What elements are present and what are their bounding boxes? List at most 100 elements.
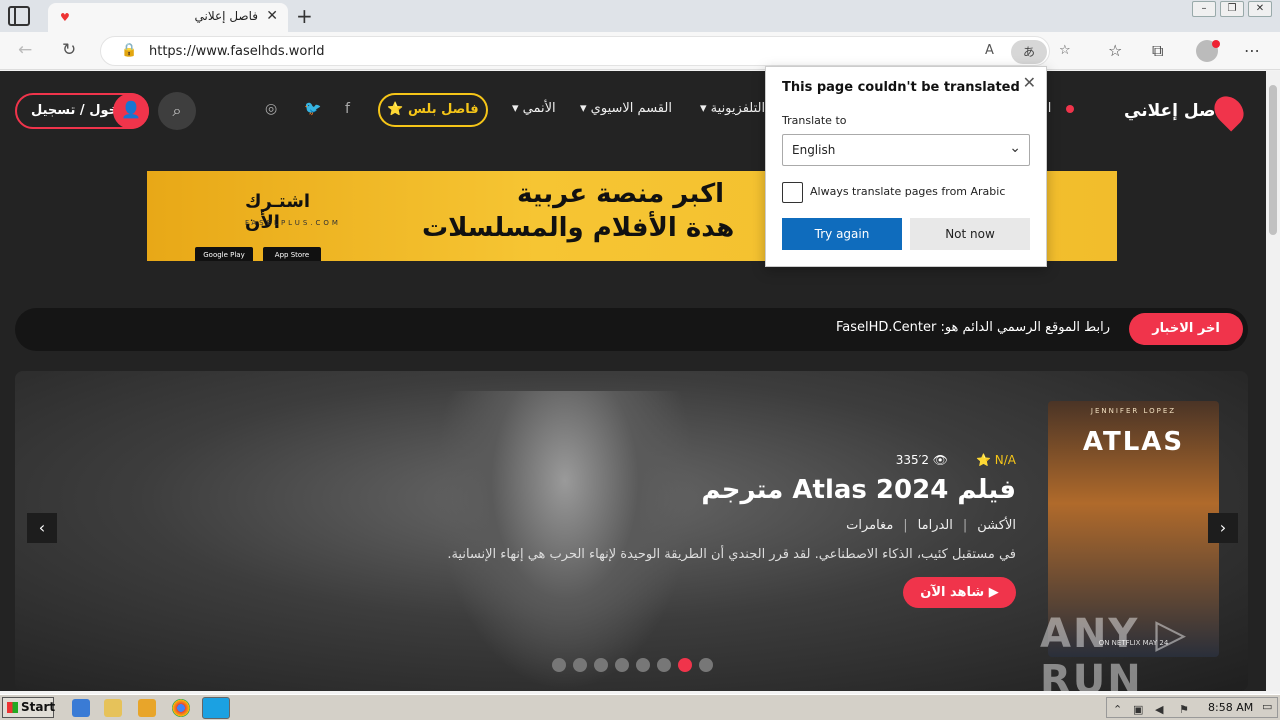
site-header: دخول / تسجيل 👤 ⌕ ◎ 🐦 f ⭐ فاصل بلس الأنمي…: [0, 71, 1266, 151]
slider-dot[interactable]: [615, 658, 629, 672]
slider-dots: [552, 658, 713, 672]
facebook-icon[interactable]: f: [345, 101, 350, 117]
poster-title: ATLAS: [1082, 427, 1185, 457]
tab-actions-button[interactable]: [8, 6, 30, 26]
genre-link[interactable]: الأكشن: [977, 518, 1016, 533]
slider-next-arrow-icon[interactable]: ›: [1208, 513, 1238, 543]
movie-genres: الأكشن | الدراما | مغامرات: [846, 518, 1016, 533]
network-icon[interactable]: ▣: [1133, 703, 1143, 716]
tray-expand-icon[interactable]: ⌃: [1113, 703, 1122, 716]
media-player-icon[interactable]: [138, 699, 156, 717]
genre-link[interactable]: مغامرات: [846, 518, 893, 533]
search-button[interactable]: ⌕: [158, 92, 196, 130]
movie-title[interactable]: فيلم Atlas 2024 مترجم: [701, 475, 1016, 505]
selected-language: English: [792, 143, 836, 157]
tab-title: فاصل إعلاني: [194, 9, 258, 23]
add-favorite-icon[interactable]: ☆: [1059, 43, 1071, 58]
window-controls: – ❐ ✕: [1192, 1, 1272, 17]
slider-dot[interactable]: [636, 658, 650, 672]
banner-headline-1: اكبر منصة عربية: [517, 179, 725, 209]
instagram-icon[interactable]: ◎: [265, 101, 277, 117]
volume-icon[interactable]: ◀: [1155, 703, 1163, 716]
popup-title: This page couldn't be translated: [782, 80, 1020, 95]
try-again-button[interactable]: Try again: [782, 218, 902, 250]
collections-icon[interactable]: ⧉: [1152, 41, 1163, 61]
ie-icon[interactable]: [72, 699, 90, 717]
menu-item-tv[interactable]: التلفزيونية ▾: [700, 101, 765, 116]
movie-views: 335‎′2 👁: [895, 453, 948, 467]
hero-background-image: [435, 391, 695, 691]
movie-rating: ⭐ N/A: [976, 453, 1016, 467]
address-bar[interactable]: 🔒 https://www.faselhds.world A あ ☆: [100, 36, 1071, 66]
always-translate-checkbox[interactable]: [782, 182, 803, 203]
close-icon[interactable]: ✕: [1023, 73, 1036, 92]
taskbar: Start ⌃ ▣ ◀ ⚑ 8:58 AM ▭: [0, 694, 1280, 720]
restore-button[interactable]: ❐: [1220, 1, 1244, 17]
google-play-badge[interactable]: Google Play: [195, 247, 253, 261]
read-aloud-icon[interactable]: A: [985, 43, 994, 58]
slider-dot[interactable]: [552, 658, 566, 672]
menu-item-anime[interactable]: الأنمي ▾: [512, 101, 556, 116]
slider-prev-arrow-icon[interactable]: ‹: [27, 513, 57, 543]
close-tab-icon[interactable]: ✕: [266, 8, 278, 24]
tab-bar: ♥ فاصل إعلاني ✕ + – ❐ ✕: [0, 0, 1280, 32]
favorites-icon[interactable]: ☆: [1108, 41, 1122, 60]
profile-avatar[interactable]: [1196, 40, 1220, 62]
slider-dot[interactable]: [699, 658, 713, 672]
refresh-icon[interactable]: ↻: [62, 40, 76, 60]
logo-mark-icon: [1208, 90, 1250, 132]
slider-dot[interactable]: [573, 658, 587, 672]
lock-icon[interactable]: 🔒: [121, 43, 137, 58]
folder-icon[interactable]: [104, 699, 122, 717]
genre-separator: |: [903, 518, 908, 533]
translate-popup: This page couldn't be translated ✕ Trans…: [765, 66, 1047, 267]
twitter-icon[interactable]: 🐦: [304, 101, 321, 117]
browser-tab[interactable]: ♥ فاصل إعلاني ✕: [48, 3, 288, 32]
hero-slider: JENNIFER LOPEZ ATLAS ON NETFLIX MAY 24 ⭐…: [15, 371, 1248, 691]
app-store-badge[interactable]: App Store: [263, 247, 321, 261]
slider-dot[interactable]: [594, 658, 608, 672]
edge-icon[interactable]: [202, 697, 230, 719]
start-button[interactable]: Start: [2, 697, 55, 718]
chrome-icon[interactable]: [172, 699, 190, 717]
show-desktop-icon[interactable]: ▭: [1262, 700, 1272, 713]
login-button[interactable]: دخول / تسجيل 👤: [15, 93, 149, 129]
news-label: اخر الاخبار: [1129, 313, 1243, 345]
chevron-down-icon: ⌄: [1009, 140, 1021, 156]
site-logo[interactable]: فاصل إعلاني: [1124, 90, 1250, 133]
news-text[interactable]: رابط الموقع الرسمي الدائم هو: FaselHD.Ce…: [836, 320, 1110, 335]
login-label: دخول / تسجيل: [31, 103, 125, 118]
translate-icon[interactable]: あ: [1011, 40, 1047, 64]
movie-description: في مستقبل كئيب، الذكاء الاصطناعي. لقد قر…: [447, 547, 1016, 562]
more-menu-icon[interactable]: ⋯: [1244, 41, 1260, 60]
language-select[interactable]: English ⌄: [782, 134, 1030, 166]
watch-now-button[interactable]: ▶ شاهد الآن: [903, 577, 1016, 608]
banner-cta-url: FASELPLUS.COM: [245, 219, 341, 227]
always-translate-label[interactable]: Always translate pages from Arabic: [810, 185, 1005, 198]
poster-actor: JENNIFER LOPEZ: [1090, 407, 1177, 415]
back-icon[interactable]: ←: [18, 40, 32, 60]
translate-to-label: Translate to: [782, 114, 847, 127]
clock: 8:58 AM: [1208, 701, 1254, 714]
new-tab-button[interactable]: +: [296, 4, 313, 28]
minimize-button[interactable]: –: [1192, 1, 1216, 17]
url-text[interactable]: https://www.faselhds.world: [149, 44, 325, 59]
not-now-button[interactable]: Not now: [910, 218, 1030, 250]
anyrun-watermark: ANY ▷ RUN: [1040, 611, 1189, 691]
slider-dot[interactable]: [678, 658, 692, 672]
navigation-bar: ← ↻ 🔒 https://www.faselhds.world A あ ☆ ☆…: [0, 32, 1280, 70]
favicon-icon: ♥: [60, 11, 70, 24]
menu-item-asian[interactable]: القسم الاسيوي ▾: [580, 101, 672, 116]
flag-icon[interactable]: ⚑: [1179, 703, 1189, 716]
slider-dot[interactable]: [657, 658, 671, 672]
page-scrollbar[interactable]: [1266, 71, 1280, 691]
banner-cta: اشتـرك الأن FASELPLUS.COM Google Play Ap…: [195, 185, 338, 261]
scrollbar-thumb[interactable]: [1269, 85, 1277, 235]
genre-link[interactable]: الدراما: [918, 518, 953, 533]
close-window-button[interactable]: ✕: [1248, 1, 1272, 17]
banner-headline-2: هدة الأفلام والمسلسلات: [422, 213, 735, 243]
news-ticker: اخر الاخبار رابط الموقع الرسمي الدائم هو…: [15, 308, 1248, 351]
web-page: دخول / تسجيل 👤 ⌕ ◎ 🐦 f ⭐ فاصل بلس الأنمي…: [0, 71, 1266, 691]
user-icon: 👤: [113, 93, 149, 129]
fasel-plus-button[interactable]: ⭐ فاصل بلس: [378, 93, 488, 127]
